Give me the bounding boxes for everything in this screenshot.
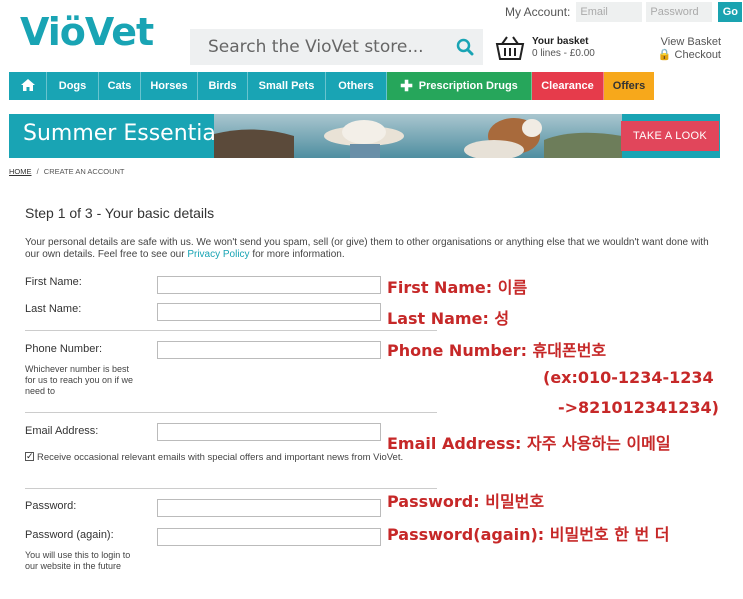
nav-clearance[interactable]: Clearance [532, 72, 604, 100]
password-label: Password: [25, 500, 77, 512]
privacy-policy-link[interactable]: Privacy Policy [187, 249, 249, 260]
main-navigation: Dogs Cats Horses Birds Small Pets Others… [9, 72, 727, 100]
nav-offers-label: Offers [612, 80, 646, 92]
account-password-input[interactable] [646, 2, 713, 22]
take-a-look-button[interactable]: TAKE A LOOK [621, 121, 719, 151]
divider [25, 412, 437, 413]
basket-links: View Basket 🔒 Checkout [658, 36, 721, 62]
nav-cats-label: Cats [107, 80, 132, 92]
email-opt-in-text: Receive occasional relevant emails with … [37, 452, 404, 463]
annotation-phone-example-2: ->821012341234) [558, 398, 719, 417]
basket-icon [494, 35, 526, 61]
nav-prescription-drugs[interactable]: ✚ Prescription Drugs [387, 72, 532, 100]
intro-text-after: for more information. [249, 249, 345, 260]
password-again-input[interactable] [157, 528, 381, 546]
account-label: My Account: [505, 5, 571, 19]
breadcrumb: HOME / CREATE AN ACCOUNT [9, 167, 125, 176]
search-icon[interactable] [447, 29, 483, 65]
search-input[interactable] [190, 29, 447, 65]
nav-horses-label: Horses [150, 80, 188, 92]
nav-offers[interactable]: Offers [604, 72, 654, 100]
breadcrumb-home-link[interactable]: HOME [9, 167, 32, 176]
phone-label: Phone Number: [25, 343, 103, 355]
annotation-phone-example: (ex:010-1234-1234 [543, 368, 714, 387]
account-login-strip: My Account: Go [505, 2, 743, 22]
annotation-first-name: First Name: 이름 [387, 278, 528, 297]
last-name-input[interactable] [157, 303, 381, 321]
password-again-label: Password (again): [25, 529, 114, 541]
nav-dogs-label: Dogs [58, 80, 87, 92]
lock-icon: 🔒 [657, 49, 672, 61]
basket-title: Your basket [532, 36, 589, 47]
nav-birds[interactable]: Birds [198, 72, 248, 100]
nav-cats[interactable]: Cats [99, 72, 141, 100]
account-email-input[interactable] [576, 2, 643, 22]
annotation-phone: Phone Number: 휴대폰번호 [387, 341, 607, 360]
banner-title: Summer Essentials [23, 121, 234, 146]
viovet-logo[interactable]: ViöVet [20, 10, 180, 54]
nav-small-pets-label: Small Pets [258, 80, 315, 92]
home-icon [20, 78, 35, 94]
view-basket-link[interactable]: View Basket [658, 36, 721, 49]
banner-photo [214, 114, 622, 158]
breadcrumb-current: CREATE AN ACCOUNT [43, 167, 125, 176]
nav-others[interactable]: Others [326, 72, 387, 100]
last-name-label: Last Name: [25, 303, 82, 315]
checkout-link[interactable]: 🔒 Checkout [658, 49, 721, 62]
breadcrumb-separator: / [36, 167, 39, 176]
nav-prescription-label: Prescription Drugs [418, 80, 518, 92]
email-opt-in[interactable]: Receive occasional relevant emails with … [25, 450, 425, 464]
divider [25, 330, 437, 331]
email-input[interactable] [157, 423, 381, 441]
annotation-email: Email Address: 자주 사용하는 이메일 [387, 434, 671, 453]
basket-lines: 0 lines - £0.00 [532, 48, 595, 59]
password-hint: You will use this to login to our websit… [25, 550, 131, 571]
first-name-label: First Name: [25, 276, 82, 288]
nav-birds-label: Birds [208, 80, 237, 92]
intro-text-before: Your personal details are safe with us. … [25, 237, 709, 260]
phone-hint: Whichever number is best for us to reach… [25, 364, 134, 396]
nav-others-label: Others [338, 80, 374, 92]
privacy-intro: Your personal details are safe with us. … [25, 237, 725, 261]
nav-clearance-label: Clearance [541, 80, 594, 92]
nav-home[interactable] [9, 72, 47, 100]
basket-summary[interactable]: Your basket 0 lines - £0.00 [494, 35, 595, 61]
annotation-password: Password: 비밀번호 [387, 492, 545, 511]
email-label: Email Address: [25, 425, 99, 437]
divider [25, 488, 437, 489]
phone-input[interactable] [157, 341, 381, 359]
password-input[interactable] [157, 499, 381, 517]
login-go-button[interactable]: Go [718, 2, 743, 22]
nav-horses[interactable]: Horses [141, 72, 198, 100]
step-title: Step 1 of 3 - Your basic details [25, 205, 215, 221]
search-bar [190, 29, 483, 65]
email-opt-in-checkbox[interactable] [25, 450, 34, 462]
plus-icon: ✚ [400, 77, 413, 95]
logo-text: ViöVet [20, 10, 154, 54]
annotation-password-again: Password(again): 비밀번호 한 번 더 [387, 525, 670, 544]
checkout-label: Checkout [674, 49, 721, 61]
summer-essentials-banner[interactable]: Summer Essentials [9, 114, 720, 158]
first-name-input[interactable] [157, 276, 381, 294]
nav-small-pets[interactable]: Small Pets [248, 72, 326, 100]
nav-dogs[interactable]: Dogs [47, 72, 99, 100]
annotation-last-name: Last Name: 성 [387, 309, 510, 328]
